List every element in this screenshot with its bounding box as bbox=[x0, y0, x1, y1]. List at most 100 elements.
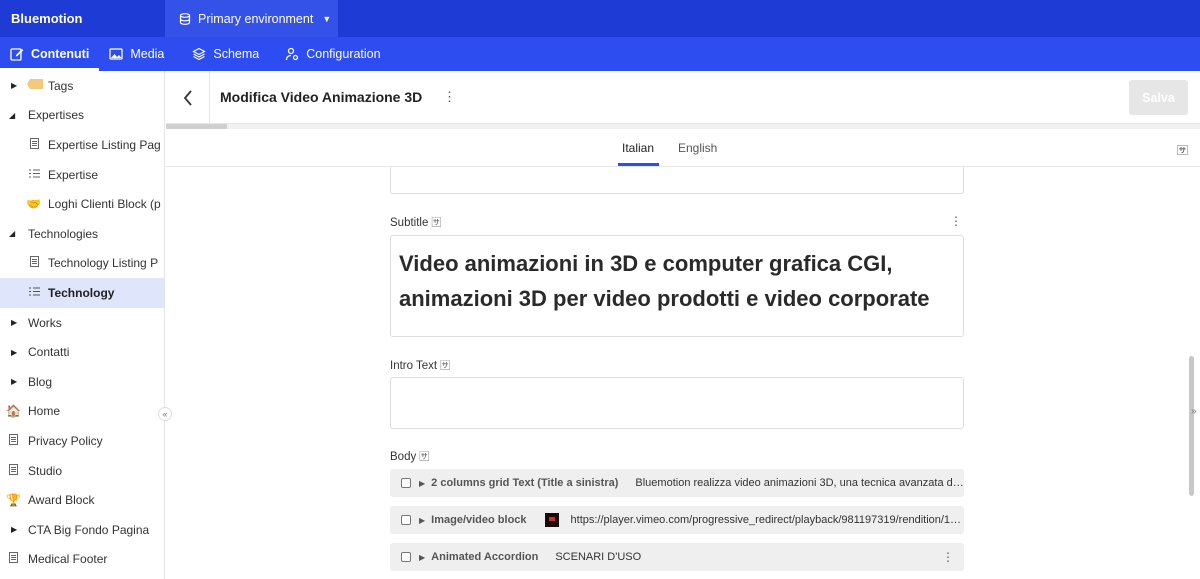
sidebar-item-contatti[interactable]: ▶ Contatti bbox=[0, 337, 164, 367]
body-block-row[interactable]: ▶ Animated Accordion SCENARI D'USO ⋮ bbox=[390, 543, 964, 571]
save-button[interactable]: Salva bbox=[1129, 80, 1188, 115]
sidebar-item-label: Privacy Policy bbox=[28, 433, 103, 448]
sidebar-item-label: Medical Footer bbox=[28, 552, 108, 567]
caret-right-icon[interactable]: ▶ bbox=[11, 318, 19, 327]
form-content: Subtitle 🈂 ⋮ Video animazioni in 3D e com… bbox=[166, 167, 1188, 579]
nav-tab-media[interactable]: Media bbox=[99, 37, 174, 71]
sidebar-item-expertise[interactable]: Expertise bbox=[0, 160, 164, 190]
body-block-row[interactable]: ▶ 2 columns grid Text (Title a sinistra)… bbox=[390, 469, 964, 497]
body-label: Body 🈂 bbox=[390, 448, 429, 463]
sidebar-item-label: Technology Listing P bbox=[48, 256, 159, 271]
sidebar-item-label: Tags bbox=[48, 78, 74, 93]
block-checkbox[interactable] bbox=[401, 515, 411, 525]
chevron-down-icon: ▼ bbox=[322, 13, 332, 24]
block-preview: SCENARI D'USO bbox=[555, 551, 642, 563]
block-checkbox[interactable] bbox=[401, 552, 411, 562]
intro-text-input[interactable] bbox=[390, 377, 964, 429]
sidebar-item-label: Expertise bbox=[48, 167, 99, 182]
translate-icon: 🈂 bbox=[440, 361, 451, 372]
sidebar-item-medical-footer[interactable]: Medical Footer bbox=[0, 545, 164, 575]
block-type: Image/video block bbox=[431, 514, 527, 526]
nav-label: Schema bbox=[213, 47, 260, 61]
translate-icon[interactable]: 🈂 bbox=[1177, 142, 1188, 158]
config-icon bbox=[286, 47, 299, 61]
caret-right-icon[interactable]: ▶ bbox=[11, 348, 19, 357]
sidebar-item-label: Technologies bbox=[28, 226, 99, 241]
locale-tabs: Italian English 🈂 bbox=[166, 129, 1200, 167]
more-options-icon[interactable]: ⋮ bbox=[443, 89, 456, 105]
subtitle-label: Subtitle 🈂 bbox=[390, 214, 441, 229]
sidebar-item-award-block[interactable]: 🏆 Award Block bbox=[0, 485, 164, 515]
caret-right-icon[interactable]: ▶ bbox=[11, 81, 19, 90]
caret-down-icon[interactable]: ◢ bbox=[9, 229, 17, 238]
environment-switcher[interactable]: Primary environment ▼ bbox=[165, 0, 338, 37]
nav-label: Media bbox=[130, 47, 165, 61]
layers-icon bbox=[192, 47, 207, 61]
sidebar-item-label: Expertises bbox=[28, 108, 85, 123]
sidebar-item-works[interactable]: ▶ Works bbox=[0, 308, 164, 338]
sidebar-item-label: Studio bbox=[28, 463, 63, 478]
active-tab-indicator bbox=[618, 163, 659, 166]
sidebar-item-cta-big[interactable]: ▶ CTA Big Fondo Pagina bbox=[0, 515, 164, 545]
sidebar-item-loghi-clienti[interactable]: 🤝 Loghi Clienti Block (p bbox=[0, 189, 164, 219]
caret-down-icon[interactable]: ◢ bbox=[9, 111, 17, 120]
house-icon: 🏠 bbox=[6, 404, 21, 419]
trophy-icon: 🏆 bbox=[6, 493, 21, 508]
top-bar: Bluemotion Primary environment ▼ bbox=[0, 0, 1200, 37]
sidebar-item-blog[interactable]: ▶ Blog bbox=[0, 367, 164, 397]
tab-italian[interactable]: Italian bbox=[622, 141, 654, 155]
sidebar-item-label: Home bbox=[28, 404, 61, 419]
sidebar-item-expertise-listing[interactable]: Expertise Listing Pag bbox=[0, 130, 164, 160]
caret-right-icon[interactable]: ▶ bbox=[11, 377, 19, 386]
block-checkbox[interactable] bbox=[401, 478, 411, 488]
nav-label: Configuration bbox=[306, 47, 381, 61]
body-block-row[interactable]: ▶ Image/video block https://player.vimeo… bbox=[390, 506, 964, 534]
sidebar-item-tags[interactable]: ▶ Tags bbox=[0, 71, 164, 101]
sidebar-item-label: Works bbox=[28, 315, 62, 330]
block-type: 2 columns grid Text (Title a sinistra) bbox=[431, 477, 619, 489]
sidebar-item-label: Technology bbox=[48, 285, 115, 300]
back-arrow-icon[interactable] bbox=[166, 71, 210, 124]
field-label: Body bbox=[390, 451, 417, 463]
sidebar-item-label: CTA Big Fondo Pagina bbox=[28, 522, 150, 537]
expand-caret-icon[interactable]: ▶ bbox=[419, 553, 425, 562]
brand-name[interactable]: Bluemotion bbox=[0, 11, 165, 26]
tab-english[interactable]: English bbox=[678, 141, 717, 155]
nav-tab-schema[interactable]: Schema bbox=[182, 37, 269, 71]
sidebar-item-privacy-policy[interactable]: Privacy Policy bbox=[0, 426, 164, 456]
sidebar: ▶ Tags ◢ Expertises Expertise Listing Pa… bbox=[0, 71, 165, 579]
previous-field-input[interactable] bbox=[390, 167, 964, 194]
subtitle-input[interactable]: Video animazioni in 3D e computer grafic… bbox=[390, 235, 964, 337]
sidebar-item-label: Contatti bbox=[28, 345, 70, 360]
sidebar-item-home[interactable]: 🏠 Home bbox=[0, 397, 164, 427]
page-icon bbox=[6, 433, 20, 448]
field-label: Intro Text bbox=[390, 360, 438, 372]
sidebar-item-label: Award Block bbox=[28, 493, 95, 508]
main-nav: Contenuti Media Schema Configuration bbox=[0, 37, 1200, 71]
expand-caret-icon[interactable]: ▶ bbox=[419, 516, 425, 525]
field-label: Subtitle bbox=[390, 217, 429, 229]
sidebar-item-technology[interactable]: Technology bbox=[0, 278, 164, 308]
editor-panel: Modifica Video Animazione 3D ⋮ Salva Ita… bbox=[166, 71, 1200, 579]
intro-text-label: Intro Text 🈂 bbox=[390, 357, 450, 372]
sidebar-item-studio[interactable]: Studio bbox=[0, 456, 164, 486]
list-icon bbox=[27, 169, 41, 181]
block-type: Animated Accordion bbox=[431, 551, 539, 563]
expand-panel-icon[interactable]: » bbox=[1191, 406, 1197, 417]
page-icon bbox=[27, 137, 41, 152]
translate-icon: 🈂 bbox=[431, 218, 442, 229]
block-options-icon[interactable]: ⋮ bbox=[942, 550, 954, 564]
sidebar-item-technology-listing[interactable]: Technology Listing P bbox=[0, 249, 164, 279]
caret-right-icon[interactable]: ▶ bbox=[11, 525, 19, 534]
page-icon bbox=[6, 552, 20, 566]
database-icon bbox=[179, 12, 191, 25]
editor-header: Modifica Video Animazione 3D ⋮ Salva bbox=[166, 71, 1200, 124]
expand-caret-icon[interactable]: ▶ bbox=[419, 479, 425, 488]
field-options-icon[interactable]: ⋮ bbox=[950, 214, 962, 228]
sidebar-item-technologies[interactable]: ◢ Technologies bbox=[0, 219, 164, 249]
nav-tab-configuration[interactable]: Configuration bbox=[275, 37, 390, 71]
sidebar-item-expertises[interactable]: ◢ Expertises bbox=[0, 101, 164, 131]
scrollbar[interactable] bbox=[1189, 356, 1194, 496]
nav-tab-contenuti[interactable]: Contenuti bbox=[0, 37, 100, 71]
page-icon bbox=[27, 256, 41, 270]
